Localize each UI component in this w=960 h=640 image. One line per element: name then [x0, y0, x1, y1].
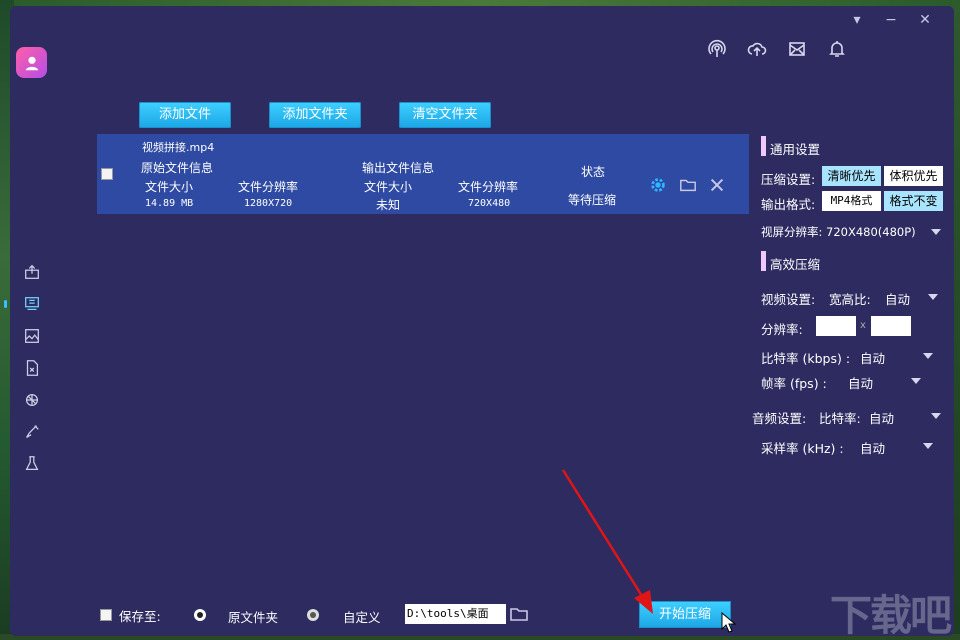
aspect-ratio-label: 宽高比:	[829, 292, 871, 307]
bitrate-label: 比特率 (kbps) :	[761, 351, 851, 366]
broadcast-icon[interactable]	[706, 38, 728, 60]
resolution-label: 分辨率:	[761, 322, 803, 337]
mouse-cursor-icon	[721, 612, 737, 633]
nav-video-compress-icon[interactable]	[22, 294, 42, 314]
watermark-logo: 下载吧	[830, 591, 952, 640]
output-path-input[interactable]: D:\tools\桌面	[405, 604, 506, 624]
status-header: 状态	[581, 165, 606, 179]
chevron-down-icon[interactable]	[931, 413, 941, 419]
original-resolution-value: 1280X720	[244, 198, 293, 209]
nav-active-indicator	[4, 300, 7, 308]
menu-dropdown-icon[interactable]: ▾	[848, 12, 866, 28]
custom-folder-radio[interactable]	[307, 609, 319, 621]
original-folder-radio[interactable]	[194, 609, 206, 621]
chevron-down-icon[interactable]	[928, 294, 938, 300]
general-settings-title: 通用设置	[770, 142, 821, 157]
mail-icon[interactable]	[786, 38, 808, 60]
original-resolution-header: 文件分辨率	[238, 180, 299, 194]
resolution-height-input[interactable]	[871, 316, 911, 336]
nav-lab-icon[interactable]	[22, 454, 42, 474]
nav-upload-icon[interactable]	[22, 262, 42, 282]
close-window-icon[interactable]: ✕	[916, 12, 934, 28]
output-size-value: 未知	[376, 198, 401, 212]
framerate-value[interactable]: 自动	[848, 373, 873, 392]
original-info-header: 原始文件信息	[141, 161, 214, 175]
chevron-down-icon[interactable]	[931, 229, 941, 235]
nav-brush-icon[interactable]	[22, 422, 42, 442]
video-setting-label: 视频设置:	[761, 292, 816, 307]
audio-bitrate-value[interactable]: 自动	[869, 408, 894, 427]
window-controls: ▾ − ✕	[848, 12, 934, 28]
add-folder-button[interactable]: 添加文件夹	[269, 102, 361, 128]
remove-file-icon[interactable]	[707, 175, 727, 195]
top-icon-bar	[706, 38, 848, 60]
audio-bitrate-label: 比特率:	[819, 411, 861, 426]
clear-folder-button[interactable]: 清空文件夹	[399, 102, 491, 128]
output-resolution-value: 720X480	[468, 198, 511, 209]
custom-folder-label: 自定义	[343, 610, 381, 625]
app-window	[10, 6, 954, 636]
browse-folder-icon[interactable]	[509, 604, 529, 624]
samplerate-value[interactable]: 自动	[860, 438, 885, 457]
nav-image-compress-icon[interactable]	[22, 326, 42, 346]
output-format-label: 输出格式:	[761, 197, 816, 212]
general-settings-marker	[761, 136, 766, 156]
aspect-ratio-value[interactable]: 自动	[885, 289, 910, 308]
user-avatar-icon[interactable]	[16, 47, 47, 78]
cloud-upload-icon[interactable]	[746, 38, 768, 60]
settings-gear-icon[interactable]	[648, 175, 668, 195]
compress-setting-label: 压缩设置:	[761, 172, 816, 187]
resolution-separator: x	[860, 320, 866, 331]
audio-setting-label: 音频设置:	[752, 411, 807, 426]
chevron-down-icon[interactable]	[923, 443, 933, 449]
output-resolution-header: 文件分辨率	[458, 180, 519, 194]
chevron-down-icon[interactable]	[911, 378, 921, 384]
original-size-header: 文件大小	[145, 180, 194, 194]
nav-tools-icon[interactable]	[22, 390, 42, 410]
minimize-icon[interactable]: −	[882, 12, 900, 28]
efficient-compress-marker	[761, 251, 766, 271]
start-compress-button[interactable]: 开始压缩	[639, 601, 731, 628]
bitrate-value[interactable]: 自动	[860, 348, 885, 367]
framerate-label: 帧率 (fps) :	[761, 376, 827, 391]
resolution-width-input[interactable]	[816, 316, 856, 336]
file-checkbox[interactable]	[101, 168, 113, 180]
save-to-label: 保存至:	[119, 609, 161, 624]
add-file-button[interactable]: 添加文件	[139, 102, 231, 128]
efficient-compress-title: 高效压缩	[770, 257, 821, 272]
file-name: 视频拼接.mp4	[142, 141, 215, 154]
output-info-header: 输出文件信息	[362, 161, 435, 175]
save-to-checkbox[interactable]	[100, 609, 112, 621]
video-resolution-select[interactable]: 视屏分辨率: 720X480(480P)	[761, 224, 916, 240]
status-value: 等待压缩	[568, 193, 617, 207]
keep-format-option[interactable]: 格式不变	[884, 191, 943, 211]
mp4-format-option[interactable]: MP4格式	[822, 191, 881, 211]
chevron-down-icon[interactable]	[923, 353, 933, 359]
bell-icon[interactable]	[826, 38, 848, 60]
original-size-value: 14.89 MB	[145, 198, 194, 209]
output-size-header: 文件大小	[364, 180, 413, 194]
open-folder-icon[interactable]	[678, 175, 698, 195]
left-nav	[22, 262, 42, 474]
clarity-first-option[interactable]: 清晰优先	[822, 166, 881, 186]
size-first-option[interactable]: 体积优先	[884, 166, 943, 186]
original-folder-label: 原文件夹	[228, 610, 279, 625]
nav-document-compress-icon[interactable]	[22, 358, 42, 378]
samplerate-label: 采样率 (kHz) :	[761, 441, 844, 456]
